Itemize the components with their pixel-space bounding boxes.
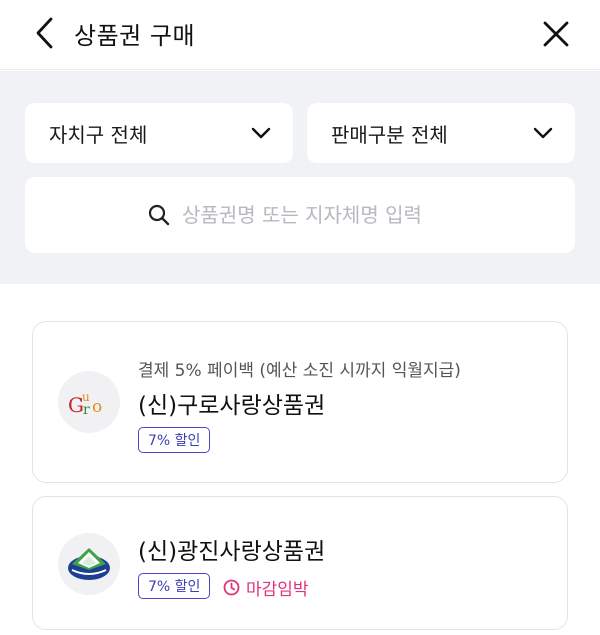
page-title: 상품권 구매 (74, 22, 196, 50)
svg-text:o: o (92, 397, 102, 417)
close-icon (543, 21, 569, 47)
voucher-name: (신)광진사랑상품권 (138, 539, 326, 565)
deadline-label: 마감임박 (246, 579, 309, 600)
district-select-label: 자치구 전체 (49, 122, 148, 147)
sales-type-select[interactable]: 판매구분 전체 (307, 103, 575, 163)
app-header: 상품권 구매 (0, 0, 600, 70)
gwangjin-logo-mark (68, 548, 110, 580)
chevron-down-icon (251, 127, 271, 139)
district-select[interactable]: 자치구 전체 (25, 103, 293, 163)
sales-type-select-label: 판매구분 전체 (331, 122, 448, 147)
chevron-left-icon (36, 17, 53, 49)
search-input[interactable] (182, 203, 452, 227)
voucher-card-guro[interactable]: G u r o 결제 5% 페이백 (예산 소진 시까지 익월지급) (신)구로… (32, 321, 568, 483)
guro-logo: G u r o (58, 371, 120, 433)
close-button[interactable] (538, 14, 574, 54)
search-icon (148, 204, 170, 226)
voucher-card-gwangjin[interactable]: (신)광진사랑상품권 7% 할인 마감임박 (32, 496, 568, 630)
filter-section: 자치구 전체 판매구분 전체 (0, 71, 600, 284)
svg-text:r: r (83, 402, 90, 417)
deadline-badge: 마감임박 (223, 574, 309, 600)
clock-icon (223, 579, 240, 595)
search-box[interactable] (25, 177, 575, 253)
discount-badge: 7% 할인 (138, 573, 211, 599)
discount-badge: 7% 할인 (138, 427, 211, 453)
guro-logo-mark: G u r o (68, 390, 102, 417)
gwangjin-logo (58, 533, 120, 595)
voucher-name: (신)구로사랑상품권 (138, 393, 326, 419)
back-button[interactable] (26, 12, 62, 54)
chevron-down-icon (533, 127, 553, 139)
voucher-description: 결제 5% 페이백 (예산 소진 시까지 익월지급) (138, 361, 461, 381)
